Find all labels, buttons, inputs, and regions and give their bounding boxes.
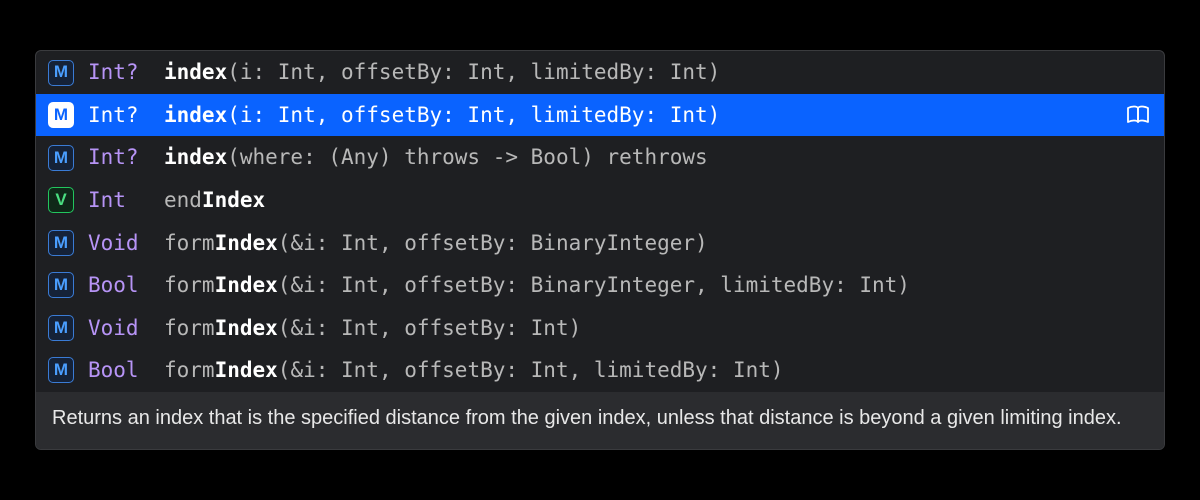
return-type: Int? <box>88 141 158 174</box>
completion-list: MInt?index(i: Int, offsetBy: Int, limite… <box>36 51 1164 391</box>
matched-text: Index <box>215 316 278 340</box>
matched-text: index <box>164 60 227 84</box>
method-badge-icon: M <box>48 60 74 86</box>
signature: index(i: Int, offsetBy: Int, limitedBy: … <box>164 99 1152 132</box>
autocomplete-popup: MInt?index(i: Int, offsetBy: Int, limite… <box>35 50 1165 449</box>
completion-item[interactable]: M VoidformIndex(&i: Int, offsetBy: Int) <box>36 307 1164 350</box>
return-type: Bool <box>88 354 158 387</box>
signature: formIndex(&i: Int, offsetBy: BinaryInteg… <box>164 227 1152 260</box>
variable-badge-icon: V <box>48 187 74 213</box>
signature: index(where: (Any) throws -> Bool) rethr… <box>164 141 1152 174</box>
matched-text: index <box>164 145 227 169</box>
completion-description: Returns an index that is the specified d… <box>36 392 1164 449</box>
method-badge-icon: M <box>48 230 74 256</box>
method-badge-icon: M <box>48 145 74 171</box>
matched-text: Index <box>215 358 278 382</box>
signature: formIndex(&i: Int, offsetBy: Int) <box>164 312 1152 345</box>
method-badge-icon: M <box>48 357 74 383</box>
matched-text: index <box>164 103 227 127</box>
method-badge-icon: M <box>48 315 74 341</box>
return-type: Void <box>88 227 158 260</box>
return-type: Bool <box>88 269 158 302</box>
method-badge-icon: M <box>48 272 74 298</box>
return-type: Int <box>88 184 158 217</box>
return-type: Int? <box>88 99 158 132</box>
matched-text: Index <box>202 188 265 212</box>
return-type: Int? <box>88 56 158 89</box>
return-type: Void <box>88 312 158 345</box>
signature: index(i: Int, offsetBy: Int, limitedBy: … <box>164 56 1152 89</box>
completion-item[interactable]: M Int?index(i: Int, offsetBy: Int, limite… <box>36 51 1164 94</box>
completion-item[interactable]: M Int?index(i: Int, offsetBy: Int, limite… <box>36 94 1164 137</box>
signature: formIndex(&i: Int, offsetBy: Int, limite… <box>164 354 1152 387</box>
completion-item[interactable]: M BoolformIndex(&i: Int, offsetBy: Binary… <box>36 264 1164 307</box>
matched-text: Index <box>215 231 278 255</box>
completion-item[interactable]: M VoidformIndex(&i: Int, offsetBy: Binary… <box>36 222 1164 265</box>
matched-text: Index <box>215 273 278 297</box>
signature: formIndex(&i: Int, offsetBy: BinaryInteg… <box>164 269 1152 302</box>
completion-item[interactable]: V IntendIndex <box>36 179 1164 222</box>
documentation-icon[interactable] <box>1124 103 1152 127</box>
method-badge-icon: M <box>48 102 74 128</box>
completion-item[interactable]: M Int?index(where: (Any) throws -> Bool) … <box>36 136 1164 179</box>
signature: endIndex <box>164 184 1152 217</box>
completion-item[interactable]: M BoolformIndex(&i: Int, offsetBy: Int, l… <box>36 349 1164 392</box>
